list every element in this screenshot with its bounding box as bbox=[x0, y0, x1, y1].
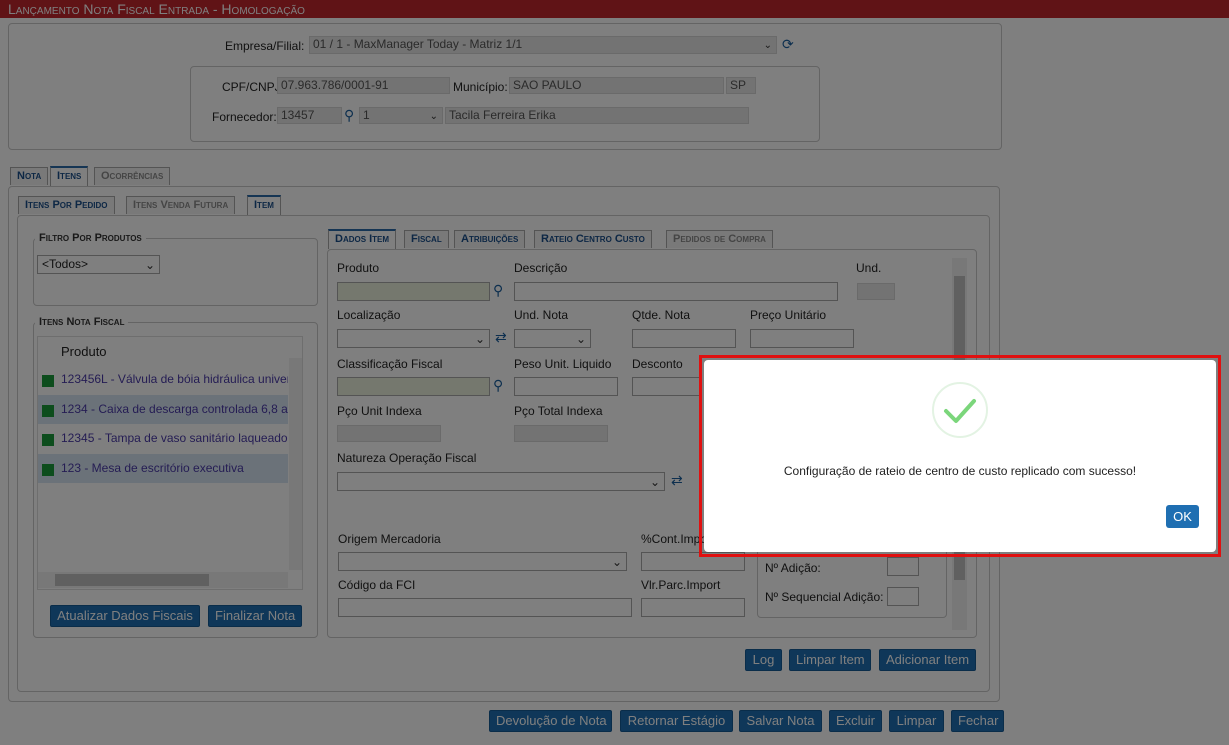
check-icon bbox=[944, 399, 976, 423]
dialog-message: Configuração de rateio de centro de cust… bbox=[783, 464, 1137, 478]
success-check-icon bbox=[932, 382, 988, 438]
ok-button[interactable]: OK bbox=[1166, 505, 1199, 528]
